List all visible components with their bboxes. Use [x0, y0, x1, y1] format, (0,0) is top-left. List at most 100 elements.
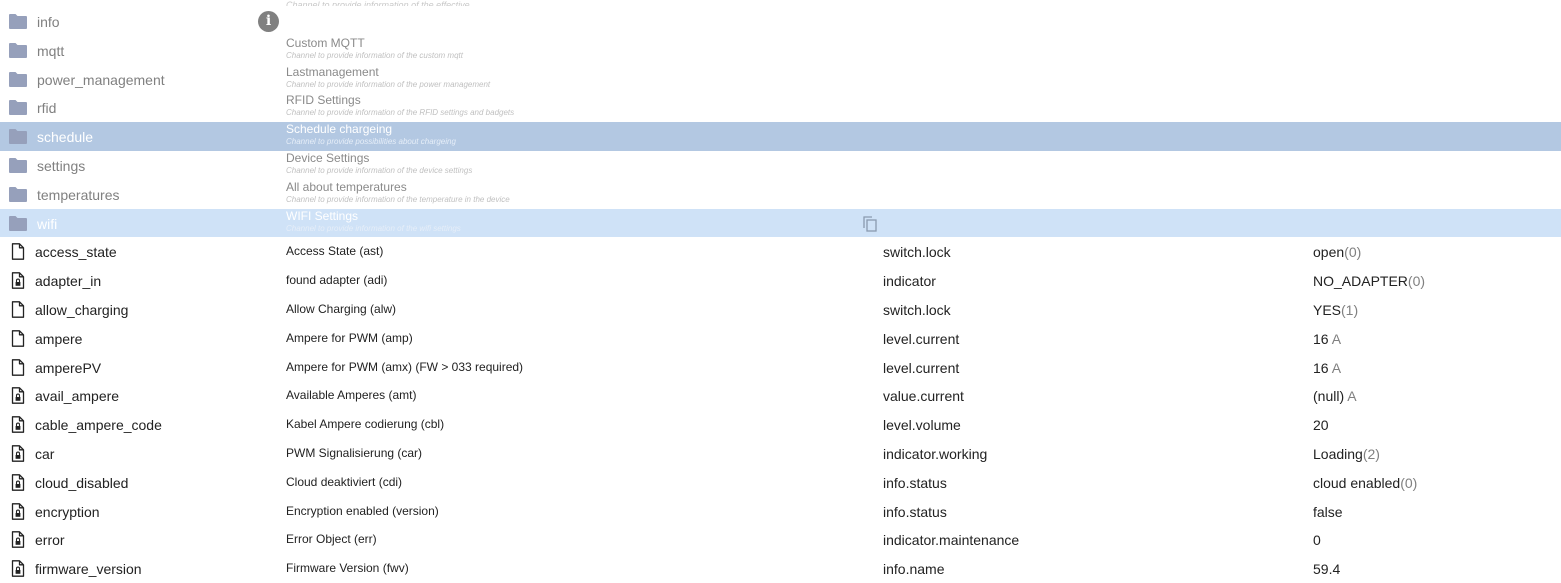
channel-row-schedule[interactable]: schedule Schedule chargeing Channel to pro…: [0, 122, 1561, 151]
state-name: amperePV: [35, 359, 102, 376]
state-name: adapter_in: [35, 273, 102, 290]
state-role: info.status: [883, 474, 947, 491]
channel-row-info[interactable]: info: [0, 7, 1561, 36]
state-row-cloud_disabled[interactable]: cloud_disabled Cloud deaktiviert (cdi) inf…: [0, 468, 1561, 497]
state-description: Cloud deaktiviert (cdi): [286, 474, 403, 489]
channel-name: temperatures: [37, 186, 120, 203]
file-lock-icon: [8, 387, 28, 405]
state-name: encryption: [35, 503, 100, 520]
state-value-suffix: A: [1328, 359, 1342, 376]
file-icon: [8, 301, 28, 318]
channel-name: schedule: [37, 129, 94, 146]
channel-description: Channel to provide possibilities about c…: [286, 137, 456, 147]
state-description: Error Object (err): [286, 532, 377, 547]
state-role: info.status: [883, 503, 947, 520]
channel-row-mqtt[interactable]: mqtt Custom MQTT Channel to provide inform…: [0, 36, 1561, 65]
state-value[interactable]: 16 A: [1313, 360, 1341, 376]
channel-row-rfid[interactable]: rfid RFID Settings Channel to provide info…: [0, 93, 1561, 122]
channel-row-settings[interactable]: settings Device Settings Channel to provid…: [0, 151, 1561, 180]
folder-icon[interactable]: [8, 42, 28, 59]
state-description: Firmware Version (fwv): [286, 561, 409, 576]
folder-icon[interactable]: [8, 13, 28, 30]
state-row-error[interactable]: error Error Object (err) indicator.mainten…: [0, 525, 1561, 554]
state-name: ampere: [35, 330, 83, 347]
state-value-text: 16: [1313, 359, 1329, 376]
state-name: allow_charging: [35, 301, 129, 318]
file-lock-icon: [8, 531, 28, 549]
state-description: PWM Signalisierung (car): [286, 445, 423, 460]
channel-name: info: [37, 14, 60, 30]
state-role: indicator: [883, 273, 936, 290]
state-row-encryption[interactable]: encryption Encryption enabled (version) in…: [0, 497, 1561, 526]
state-row-allow_charging[interactable]: allow_charging Allow Charging (alw) switch…: [0, 295, 1561, 324]
state-row-amperePV[interactable]: amperePV Ampere for PWM (amx) (FW > 033 r…: [0, 353, 1561, 382]
state-value[interactable]: cloud enabled(0): [1313, 475, 1417, 491]
state-row-firmware_version[interactable]: firmware_version Firmware Version (fwv) in…: [0, 554, 1561, 583]
state-value-text: cloud enabled: [1313, 474, 1401, 491]
folder-icon[interactable]: [8, 157, 28, 174]
state-value-text: Loading: [1313, 445, 1363, 462]
state-row-access_state[interactable]: access_state Access State (ast) switch.loc…: [0, 237, 1561, 266]
copy-icon[interactable]: [861, 215, 879, 233]
channel-title: All about temperatures: [286, 179, 407, 194]
file-lock-icon: [8, 502, 28, 520]
state-value[interactable]: false: [1313, 504, 1343, 520]
state-name: error: [35, 532, 65, 549]
state-value-suffix: A: [1344, 388, 1357, 405]
channel-description: Channel to provide information of the te…: [286, 194, 510, 204]
state-description: Kabel Ampere codierung (cbl): [286, 417, 445, 432]
state-name: access_state: [35, 244, 117, 261]
state-value[interactable]: 59.4: [1313, 561, 1340, 577]
state-description: Access State (ast): [286, 244, 384, 259]
file-icon: [8, 329, 28, 347]
folder-icon[interactable]: [8, 128, 28, 145]
state-value-text: 16: [1313, 330, 1329, 347]
state-name: cloud_disabled: [35, 474, 129, 491]
state-row-cable_ampere_code[interactable]: cable_ampere_code Kabel Ampere codierung …: [0, 410, 1561, 439]
state-row-avail_ampere[interactable]: avail_ampere Available Amperes (amt) value…: [0, 381, 1561, 410]
state-value[interactable]: 20: [1313, 417, 1329, 433]
state-value-suffix: (0): [1344, 244, 1362, 261]
channel-name: settings: [37, 157, 86, 174]
channel-description: Channel to provide information of the de…: [286, 165, 473, 175]
state-row-adapter_in[interactable]: adapter_in found adapter (adi) indicator NO…: [0, 266, 1561, 295]
state-role: switch.lock: [883, 244, 951, 261]
state-role: value.current: [883, 388, 964, 405]
state-value[interactable]: open(0): [1313, 244, 1361, 260]
channel-name: power_management: [37, 71, 165, 88]
state-row-car[interactable]: car PWM Signalisierung (car) indicator.wor…: [0, 439, 1561, 468]
state-description: Ampere for PWM (amx) (FW > 033 required): [286, 359, 524, 374]
state-name: avail_ampere: [35, 388, 120, 405]
file-lock-icon: [8, 416, 28, 434]
state-row-ampere[interactable]: ampere Ampere for PWM (amp) level.current 1…: [0, 324, 1561, 353]
state-value-suffix: (0): [1400, 474, 1418, 491]
state-value-text: (null): [1313, 388, 1345, 405]
state-value-text: 20: [1313, 417, 1329, 434]
state-description: Allow Charging (alw): [286, 301, 397, 316]
state-value[interactable]: Loading(2): [1313, 446, 1380, 462]
channel-row-power_management[interactable]: power_management Lastmanagement Channel to…: [0, 65, 1561, 94]
state-role: info.name: [883, 561, 945, 578]
channel-row-wifi[interactable]: wifi WIFI Settings Channel to provide info…: [0, 208, 1561, 238]
folder-icon[interactable]: [8, 71, 28, 88]
channel-row-temperatures[interactable]: temperatures All about temperatures Channe…: [0, 180, 1561, 209]
state-value[interactable]: 0: [1313, 532, 1321, 548]
channel-description: Channel to provide information of the wi…: [286, 223, 461, 233]
state-value[interactable]: NO_ADAPTER(0): [1313, 273, 1425, 289]
channel-description: Channel to provide information of the po…: [286, 79, 491, 89]
folder-icon[interactable]: [8, 186, 28, 203]
state-name: cable_ampere_code: [35, 417, 162, 434]
state-value-suffix: (1): [1341, 301, 1359, 318]
state-value[interactable]: 16 A: [1313, 331, 1341, 347]
folder-icon[interactable]: [8, 215, 28, 232]
folder-icon[interactable]: [8, 99, 28, 116]
faint-description-top: Channel to provide information of the ef…: [286, 0, 480, 6]
state-name: firmware_version: [35, 561, 142, 578]
state-value[interactable]: YES(1): [1313, 302, 1358, 318]
state-role: level.current: [883, 330, 960, 347]
channel-name: wifi: [37, 215, 58, 232]
file-icon: [8, 358, 28, 376]
state-value[interactable]: (null) A: [1313, 388, 1357, 404]
state-value-text: false: [1313, 503, 1343, 520]
channel-description: Channel to provide information of the cu…: [286, 50, 463, 60]
